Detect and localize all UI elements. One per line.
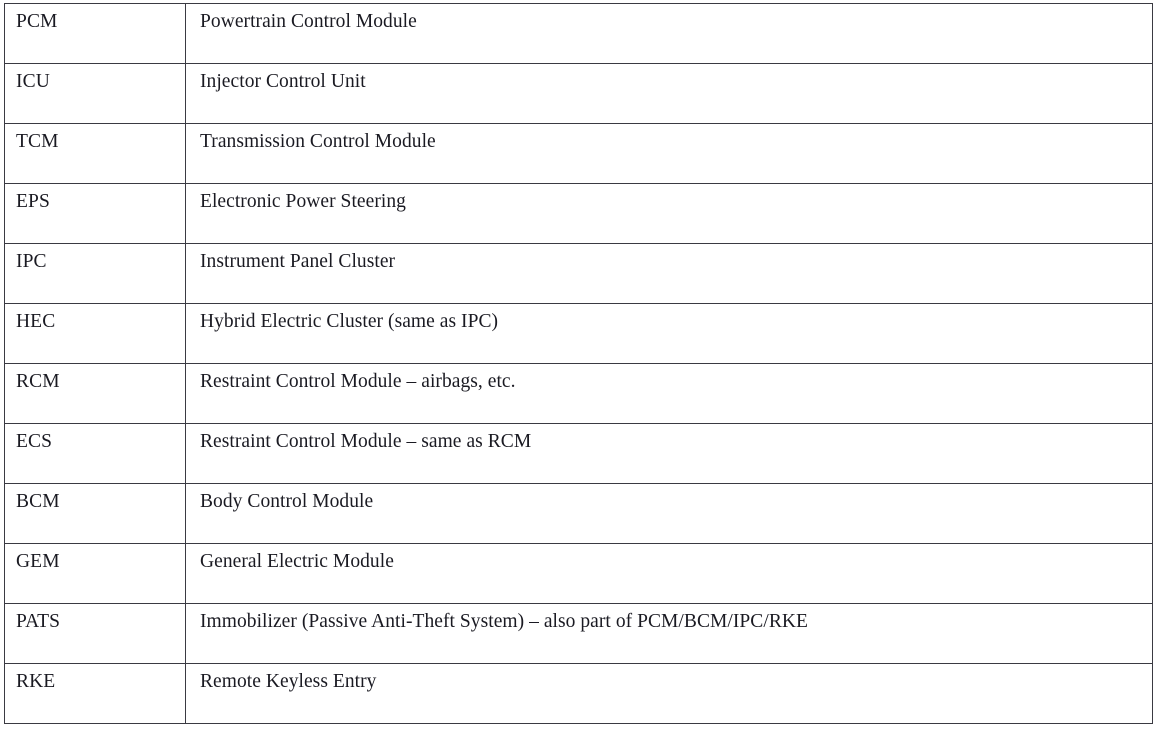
table-body: PCM Powertrain Control Module ICU Injector …: [4, 3, 1153, 724]
table-row: BCM Body Control Module: [4, 483, 1153, 544]
table-row: IPC Instrument Panel Cluster: [4, 243, 1153, 304]
table-row: PCM Powertrain Control Module: [4, 3, 1153, 64]
cell-definition: General Electric Module: [185, 543, 1153, 604]
document-page: PCM Powertrain Control Module ICU Injector …: [0, 0, 1160, 732]
cell-abbreviation: HEC: [4, 303, 186, 364]
table-row: GEM General Electric Module: [4, 543, 1153, 604]
cell-definition: Restraint Control Module – airbags, etc.: [185, 363, 1153, 424]
cell-definition: Immobilizer (Passive Anti-Theft System) …: [185, 603, 1153, 664]
table-row: EPS Electronic Power Steering: [4, 183, 1153, 244]
cell-abbreviation: PCM: [4, 3, 186, 64]
cell-abbreviation: IPC: [4, 243, 186, 304]
table-row: ICU Injector Control Unit: [4, 63, 1153, 124]
cell-abbreviation: PATS: [4, 603, 186, 664]
cell-definition: Electronic Power Steering: [185, 183, 1153, 244]
module-abbreviations-table: PCM Powertrain Control Module ICU Injector …: [4, 3, 1153, 724]
cell-definition: Body Control Module: [185, 483, 1153, 544]
cell-definition: Injector Control Unit: [185, 63, 1153, 124]
cell-definition: Restraint Control Module – same as RCM: [185, 423, 1153, 484]
cell-definition: Instrument Panel Cluster: [185, 243, 1153, 304]
cell-abbreviation: RKE: [4, 663, 186, 724]
cell-abbreviation: TCM: [4, 123, 186, 184]
cell-definition: Powertrain Control Module: [185, 3, 1153, 64]
cell-definition: Hybrid Electric Cluster (same as IPC): [185, 303, 1153, 364]
table-row: RKE Remote Keyless Entry: [4, 663, 1153, 724]
cell-definition: Transmission Control Module: [185, 123, 1153, 184]
cell-abbreviation: RCM: [4, 363, 186, 424]
table-row: PATS Immobilizer (Passive Anti-Theft Syst…: [4, 603, 1153, 664]
table-row: TCM Transmission Control Module: [4, 123, 1153, 184]
cell-abbreviation: BCM: [4, 483, 186, 544]
table-row: HEC Hybrid Electric Cluster (same as IPC): [4, 303, 1153, 364]
cell-abbreviation: EPS: [4, 183, 186, 244]
cell-abbreviation: GEM: [4, 543, 186, 604]
cell-abbreviation: ICU: [4, 63, 186, 124]
cell-abbreviation: ECS: [4, 423, 186, 484]
cell-definition: Remote Keyless Entry: [185, 663, 1153, 724]
table-row: RCM Restraint Control Module – airbags, e…: [4, 363, 1153, 424]
table-row: ECS Restraint Control Module – same as RC…: [4, 423, 1153, 484]
